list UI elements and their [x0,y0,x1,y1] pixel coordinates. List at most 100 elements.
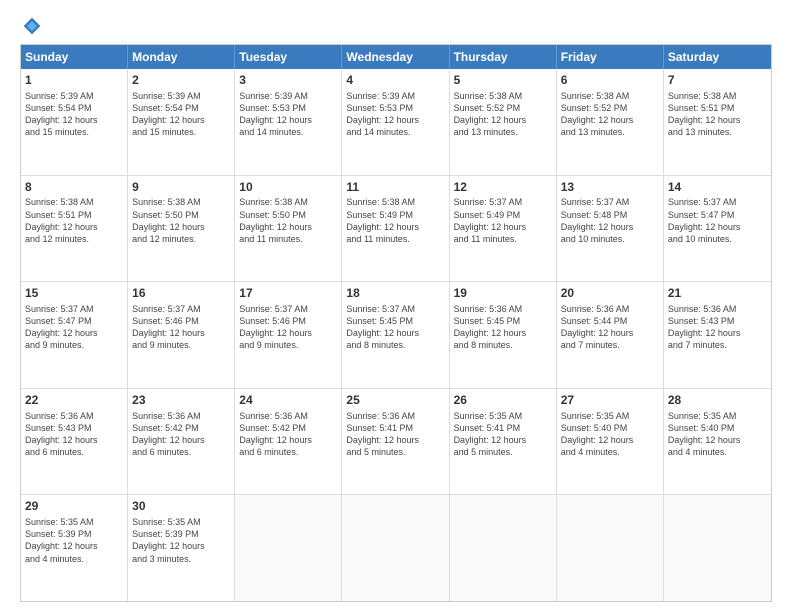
day-number: 26 [454,392,552,409]
day-number: 10 [239,179,337,196]
calendar: Sunday Monday Tuesday Wednesday Thursday… [20,44,772,602]
cal-cell-0-6: 7Sunrise: 5:38 AM Sunset: 5:51 PM Daylig… [664,69,771,175]
day-number: 12 [454,179,552,196]
cal-cell-3-4: 26Sunrise: 5:35 AM Sunset: 5:41 PM Dayli… [450,389,557,495]
cell-data: Sunrise: 5:38 AM Sunset: 5:49 PM Dayligh… [346,196,444,245]
day-number: 9 [132,179,230,196]
cal-cell-1-4: 12Sunrise: 5:37 AM Sunset: 5:49 PM Dayli… [450,176,557,282]
day-number: 11 [346,179,444,196]
calendar-body: 1Sunrise: 5:39 AM Sunset: 5:54 PM Daylig… [21,69,771,601]
cal-cell-0-1: 2Sunrise: 5:39 AM Sunset: 5:54 PM Daylig… [128,69,235,175]
page: Sunday Monday Tuesday Wednesday Thursday… [0,0,792,612]
cell-data: Sunrise: 5:38 AM Sunset: 5:50 PM Dayligh… [132,196,230,245]
cal-cell-0-5: 6Sunrise: 5:38 AM Sunset: 5:52 PM Daylig… [557,69,664,175]
cell-data: Sunrise: 5:37 AM Sunset: 5:46 PM Dayligh… [239,303,337,352]
cell-data: Sunrise: 5:36 AM Sunset: 5:45 PM Dayligh… [454,303,552,352]
cal-cell-4-0: 29Sunrise: 5:35 AM Sunset: 5:39 PM Dayli… [21,495,128,601]
day-number: 1 [25,72,123,89]
cell-data: Sunrise: 5:36 AM Sunset: 5:42 PM Dayligh… [132,410,230,459]
cell-data: Sunrise: 5:38 AM Sunset: 5:51 PM Dayligh… [25,196,123,245]
cell-data: Sunrise: 5:38 AM Sunset: 5:52 PM Dayligh… [454,90,552,139]
header-wednesday: Wednesday [342,45,449,69]
cell-data: Sunrise: 5:38 AM Sunset: 5:52 PM Dayligh… [561,90,659,139]
header-sunday: Sunday [21,45,128,69]
cal-cell-2-5: 20Sunrise: 5:36 AM Sunset: 5:44 PM Dayli… [557,282,664,388]
day-number: 30 [132,498,230,515]
cell-data: Sunrise: 5:37 AM Sunset: 5:46 PM Dayligh… [132,303,230,352]
cal-cell-3-1: 23Sunrise: 5:36 AM Sunset: 5:42 PM Dayli… [128,389,235,495]
day-number: 4 [346,72,444,89]
cal-cell-3-2: 24Sunrise: 5:36 AM Sunset: 5:42 PM Dayli… [235,389,342,495]
cal-cell-3-3: 25Sunrise: 5:36 AM Sunset: 5:41 PM Dayli… [342,389,449,495]
cell-data: Sunrise: 5:35 AM Sunset: 5:40 PM Dayligh… [668,410,767,459]
day-number: 5 [454,72,552,89]
cal-cell-1-3: 11Sunrise: 5:38 AM Sunset: 5:49 PM Dayli… [342,176,449,282]
cell-data: Sunrise: 5:36 AM Sunset: 5:43 PM Dayligh… [668,303,767,352]
day-number: 24 [239,392,337,409]
cal-cell-4-4 [450,495,557,601]
cell-data: Sunrise: 5:37 AM Sunset: 5:49 PM Dayligh… [454,196,552,245]
cal-cell-2-6: 21Sunrise: 5:36 AM Sunset: 5:43 PM Dayli… [664,282,771,388]
cell-data: Sunrise: 5:39 AM Sunset: 5:53 PM Dayligh… [239,90,337,139]
cal-cell-4-6 [664,495,771,601]
cell-data: Sunrise: 5:35 AM Sunset: 5:39 PM Dayligh… [132,516,230,565]
day-number: 19 [454,285,552,302]
cal-cell-1-2: 10Sunrise: 5:38 AM Sunset: 5:50 PM Dayli… [235,176,342,282]
cell-data: Sunrise: 5:38 AM Sunset: 5:50 PM Dayligh… [239,196,337,245]
day-number: 20 [561,285,659,302]
cell-data: Sunrise: 5:39 AM Sunset: 5:54 PM Dayligh… [132,90,230,139]
header-friday: Friday [557,45,664,69]
header-tuesday: Tuesday [235,45,342,69]
day-number: 3 [239,72,337,89]
cell-data: Sunrise: 5:35 AM Sunset: 5:39 PM Dayligh… [25,516,123,565]
cal-cell-4-3 [342,495,449,601]
day-number: 29 [25,498,123,515]
cal-cell-0-2: 3Sunrise: 5:39 AM Sunset: 5:53 PM Daylig… [235,69,342,175]
cal-cell-4-2 [235,495,342,601]
cal-cell-2-2: 17Sunrise: 5:37 AM Sunset: 5:46 PM Dayli… [235,282,342,388]
cal-cell-2-3: 18Sunrise: 5:37 AM Sunset: 5:45 PM Dayli… [342,282,449,388]
cal-cell-1-5: 13Sunrise: 5:37 AM Sunset: 5:48 PM Dayli… [557,176,664,282]
cell-data: Sunrise: 5:36 AM Sunset: 5:42 PM Dayligh… [239,410,337,459]
day-number: 28 [668,392,767,409]
cell-data: Sunrise: 5:39 AM Sunset: 5:53 PM Dayligh… [346,90,444,139]
logo-icon [22,16,42,36]
week-row-3: 22Sunrise: 5:36 AM Sunset: 5:43 PM Dayli… [21,388,771,495]
cal-cell-1-6: 14Sunrise: 5:37 AM Sunset: 5:47 PM Dayli… [664,176,771,282]
day-number: 16 [132,285,230,302]
cell-data: Sunrise: 5:36 AM Sunset: 5:41 PM Dayligh… [346,410,444,459]
week-row-0: 1Sunrise: 5:39 AM Sunset: 5:54 PM Daylig… [21,69,771,175]
header-saturday: Saturday [664,45,771,69]
cal-cell-2-1: 16Sunrise: 5:37 AM Sunset: 5:46 PM Dayli… [128,282,235,388]
week-row-4: 29Sunrise: 5:35 AM Sunset: 5:39 PM Dayli… [21,494,771,601]
cal-cell-0-3: 4Sunrise: 5:39 AM Sunset: 5:53 PM Daylig… [342,69,449,175]
day-number: 22 [25,392,123,409]
cell-data: Sunrise: 5:35 AM Sunset: 5:40 PM Dayligh… [561,410,659,459]
day-number: 6 [561,72,659,89]
cell-data: Sunrise: 5:37 AM Sunset: 5:47 PM Dayligh… [25,303,123,352]
day-number: 25 [346,392,444,409]
week-row-2: 15Sunrise: 5:37 AM Sunset: 5:47 PM Dayli… [21,281,771,388]
day-number: 7 [668,72,767,89]
cal-cell-0-0: 1Sunrise: 5:39 AM Sunset: 5:54 PM Daylig… [21,69,128,175]
cell-data: Sunrise: 5:38 AM Sunset: 5:51 PM Dayligh… [668,90,767,139]
cell-data: Sunrise: 5:39 AM Sunset: 5:54 PM Dayligh… [25,90,123,139]
cell-data: Sunrise: 5:35 AM Sunset: 5:41 PM Dayligh… [454,410,552,459]
cal-cell-2-0: 15Sunrise: 5:37 AM Sunset: 5:47 PM Dayli… [21,282,128,388]
cell-data: Sunrise: 5:37 AM Sunset: 5:45 PM Dayligh… [346,303,444,352]
calendar-header: Sunday Monday Tuesday Wednesday Thursday… [21,45,771,69]
cell-data: Sunrise: 5:36 AM Sunset: 5:44 PM Dayligh… [561,303,659,352]
day-number: 17 [239,285,337,302]
cal-cell-0-4: 5Sunrise: 5:38 AM Sunset: 5:52 PM Daylig… [450,69,557,175]
day-number: 2 [132,72,230,89]
cell-data: Sunrise: 5:37 AM Sunset: 5:48 PM Dayligh… [561,196,659,245]
header-monday: Monday [128,45,235,69]
cal-cell-1-0: 8Sunrise: 5:38 AM Sunset: 5:51 PM Daylig… [21,176,128,282]
cal-cell-4-5 [557,495,664,601]
cal-cell-2-4: 19Sunrise: 5:36 AM Sunset: 5:45 PM Dayli… [450,282,557,388]
cal-cell-3-6: 28Sunrise: 5:35 AM Sunset: 5:40 PM Dayli… [664,389,771,495]
cal-cell-3-5: 27Sunrise: 5:35 AM Sunset: 5:40 PM Dayli… [557,389,664,495]
day-number: 13 [561,179,659,196]
day-number: 27 [561,392,659,409]
cal-cell-4-1: 30Sunrise: 5:35 AM Sunset: 5:39 PM Dayli… [128,495,235,601]
